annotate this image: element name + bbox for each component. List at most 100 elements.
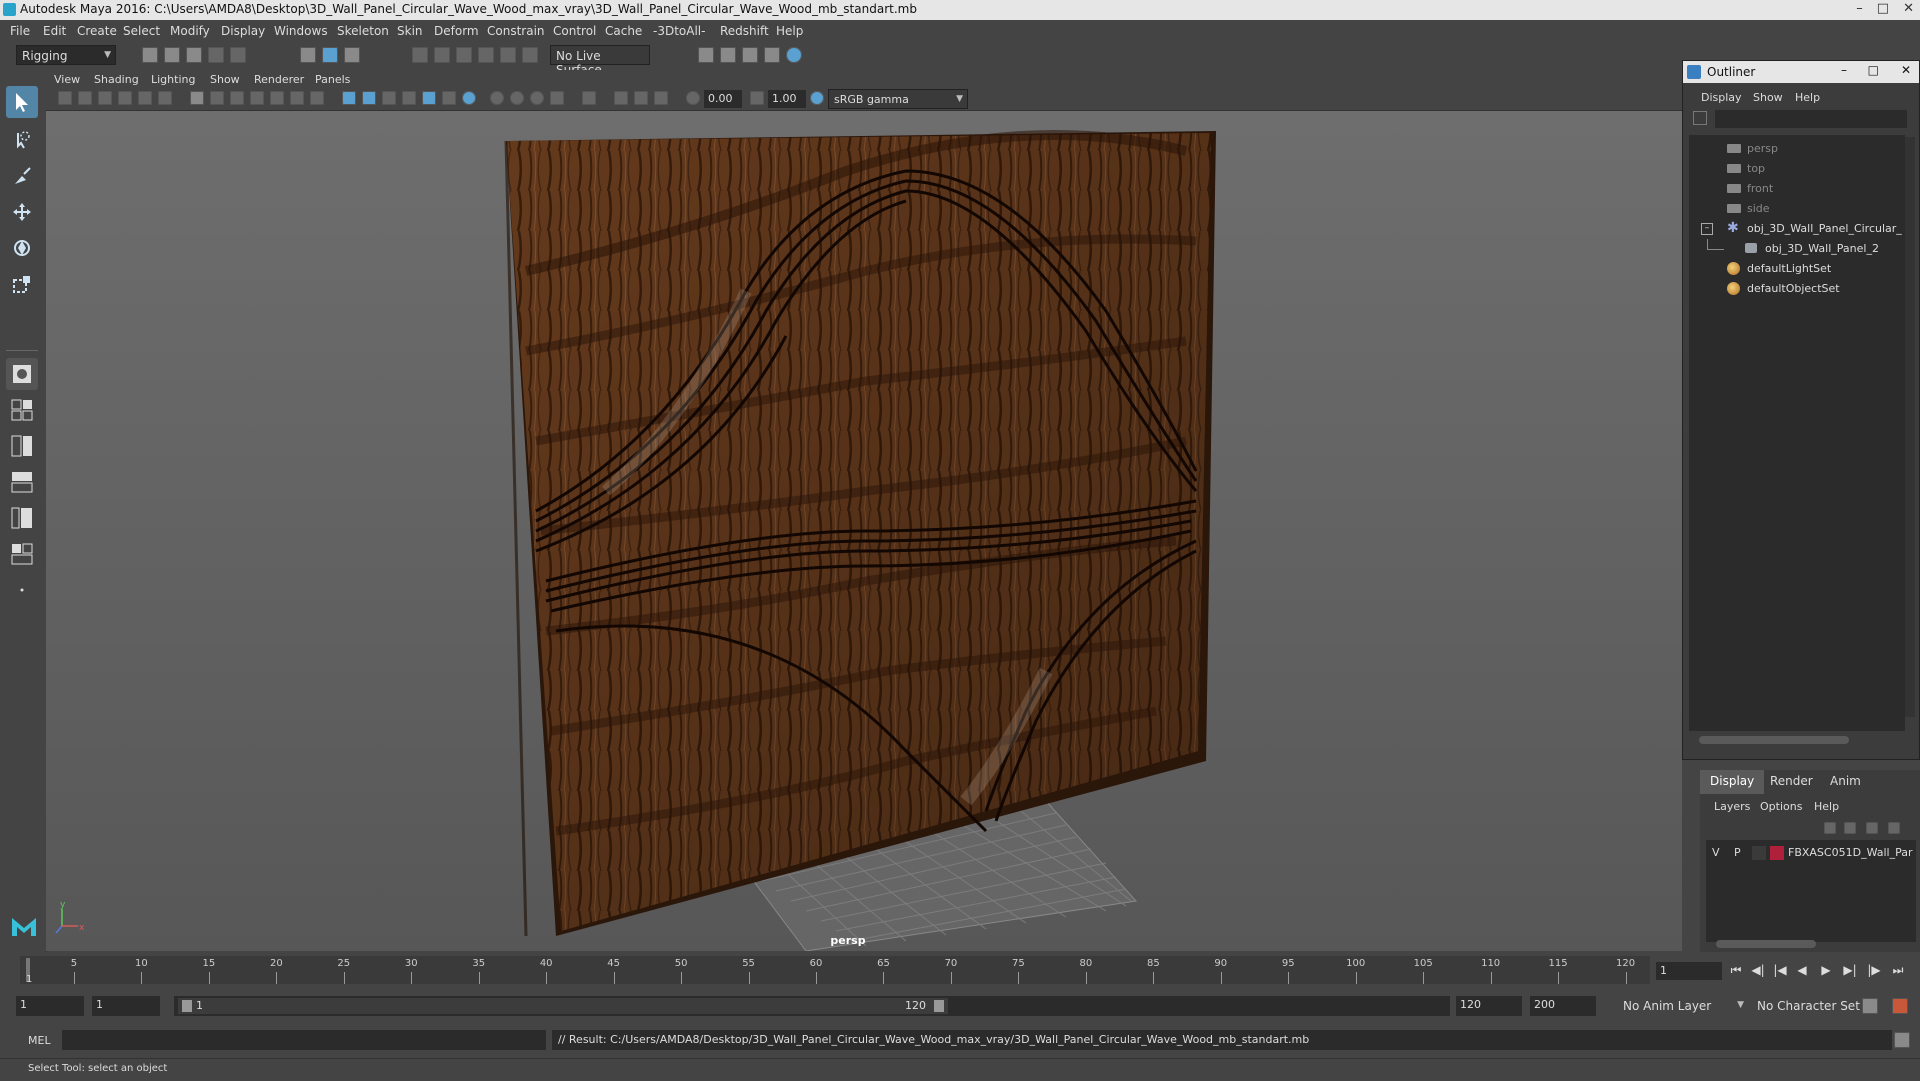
quick-layout-graph-button[interactable] (6, 538, 38, 570)
quick-layout-single-button[interactable] (6, 358, 38, 390)
xray-joints-icon[interactable] (634, 91, 648, 105)
new-layer-icon[interactable] (1866, 822, 1878, 834)
play-backwards-icon[interactable]: ◀ (1794, 962, 1810, 978)
menu-file[interactable]: File (10, 24, 30, 38)
animation-preferences-icon[interactable] (1892, 998, 1908, 1014)
menu-3dtoall[interactable]: -3DtoAll- (653, 24, 705, 38)
go-to-start-icon[interactable]: ⏮ (1728, 962, 1744, 978)
menu-select[interactable]: Select (123, 24, 160, 38)
menu-create[interactable]: Create (77, 24, 117, 38)
playback-end-field[interactable]: 120 (1456, 996, 1522, 1016)
wireframe-on-shaded-icon[interactable] (382, 91, 396, 105)
range-end-grip[interactable] (934, 1000, 944, 1012)
menu-redshift[interactable]: Redshift (720, 24, 769, 38)
layer-color-swatch[interactable] (1770, 846, 1784, 860)
layer-row[interactable]: V P FBXASC051D_Wall_Par (1706, 844, 1916, 862)
move-layer-down-icon[interactable] (1844, 822, 1856, 834)
command-result-field[interactable]: // Result: C:/Users/AMDA8/Desktop/3D_Wal… (552, 1030, 1892, 1050)
redo-icon[interactable] (230, 47, 246, 63)
command-input[interactable] (62, 1030, 546, 1050)
image-plane-icon[interactable] (118, 91, 132, 105)
layer-name[interactable]: FBXASC051D_Wall_Par (1788, 846, 1913, 859)
outliner-maximize-icon[interactable]: □ (1868, 63, 1879, 77)
resolution-gate-icon[interactable] (230, 91, 244, 105)
collapse-toggle-icon[interactable]: – (1701, 223, 1713, 235)
time-slider[interactable]: 5 10 15 20 25 30 35 40 45 50 55 60 65 70 75 80 85 90 95 100… (0, 952, 1920, 988)
screen-space-ao-icon[interactable] (490, 91, 504, 105)
more-layouts-button[interactable] (6, 574, 38, 606)
render-frame-icon[interactable] (698, 47, 714, 63)
ipr-render-icon[interactable] (720, 47, 736, 63)
xray-icon[interactable] (614, 91, 628, 105)
menu-deform[interactable]: Deform (434, 24, 479, 38)
save-scene-icon[interactable] (186, 47, 202, 63)
menu-cache[interactable]: Cache (605, 24, 642, 38)
grease-pencil-icon[interactable] (158, 91, 172, 105)
smooth-shade-icon[interactable] (362, 91, 376, 105)
exposure-field[interactable]: 0.00 (704, 90, 742, 108)
snap-grid-icon[interactable] (412, 47, 428, 63)
wireframe-icon[interactable] (342, 91, 356, 105)
shadows-icon[interactable] (462, 91, 476, 105)
render-view-icon[interactable] (786, 47, 802, 63)
snap-view-icon[interactable] (478, 47, 494, 63)
menu-set-dropdown[interactable]: Rigging ▼ (16, 45, 116, 65)
safe-title-icon[interactable] (310, 91, 324, 105)
layer-display-type[interactable] (1752, 846, 1766, 860)
default-material-icon[interactable] (402, 91, 416, 105)
color-management-icon[interactable] (810, 91, 824, 105)
snap-point-icon[interactable] (456, 47, 472, 63)
maximize-icon[interactable]: □ (1877, 1, 1889, 16)
layer-visibility-toggle[interactable]: V (1712, 846, 1720, 859)
undo-icon[interactable] (208, 47, 224, 63)
script-language-toggle[interactable]: MEL (28, 1034, 51, 1047)
script-editor-icon[interactable] (1894, 1032, 1910, 1048)
menu-edit[interactable]: Edit (43, 24, 66, 38)
menu-skeleton[interactable]: Skeleton (337, 24, 389, 38)
panel-menu-panels[interactable]: Panels (315, 73, 350, 86)
camera-attributes-icon[interactable] (78, 91, 92, 105)
step-back-key-icon[interactable]: ◀| (1750, 962, 1766, 978)
outliner-horizontal-scrollbar[interactable] (1699, 736, 1849, 744)
gamma-field[interactable]: 1.00 (768, 90, 806, 108)
rotate-tool-button[interactable] (6, 232, 38, 264)
anti-aliasing-icon[interactable] (530, 91, 544, 105)
select-component-icon[interactable] (344, 47, 360, 63)
snap-curve-icon[interactable] (434, 47, 450, 63)
live-surface-field[interactable]: No Live Surface (550, 45, 650, 77)
outliner-item-default-object-set[interactable]: defaultObjectSet (1689, 279, 1905, 299)
go-to-end-icon[interactable]: ⏭ (1890, 962, 1906, 978)
menu-display[interactable]: Display (221, 24, 265, 38)
use-all-lights-icon[interactable] (442, 91, 456, 105)
scale-tool-button[interactable] (6, 268, 38, 300)
layer-horizontal-scrollbar[interactable] (1716, 940, 1816, 948)
paint-select-tool-button[interactable] (6, 160, 38, 192)
playback-start-field[interactable]: 1 (92, 996, 160, 1016)
menu-control[interactable]: Control (553, 24, 596, 38)
outliner-item-default-light-set[interactable]: defaultLightSet (1689, 259, 1905, 279)
quick-layout-stack-button[interactable] (6, 466, 38, 498)
snap-surface-icon[interactable] (500, 47, 516, 63)
isolate-select-icon[interactable] (582, 91, 596, 105)
outliner-minimize-icon[interactable]: – (1841, 63, 1847, 77)
tab-display[interactable]: Display (1700, 770, 1765, 794)
tab-anim[interactable]: Anim (1820, 770, 1871, 794)
select-hierarchy-icon[interactable] (300, 47, 316, 63)
select-tool-button[interactable] (6, 86, 38, 118)
two-d-pan-icon[interactable] (138, 91, 152, 105)
menu-modify[interactable]: Modify (170, 24, 210, 38)
textured-icon[interactable] (422, 91, 436, 105)
grid-icon[interactable] (190, 91, 204, 105)
film-gate-icon[interactable] (210, 91, 224, 105)
panel-menu-view[interactable]: View (54, 73, 80, 86)
outliner-item-front[interactable]: front (1689, 179, 1905, 199)
menu-windows[interactable]: Windows (274, 24, 328, 38)
gate-mask-icon[interactable] (250, 91, 264, 105)
menu-skin[interactable]: Skin (397, 24, 423, 38)
auto-key-icon[interactable] (1862, 998, 1878, 1014)
viewport-persp[interactable]: y x persp (46, 111, 1682, 951)
step-forward-key-icon[interactable]: |▶ (1866, 962, 1882, 978)
move-tool-button[interactable] (6, 196, 38, 228)
outliner-item-top[interactable]: top (1689, 159, 1905, 179)
animation-end-field[interactable]: 200 (1530, 996, 1596, 1016)
